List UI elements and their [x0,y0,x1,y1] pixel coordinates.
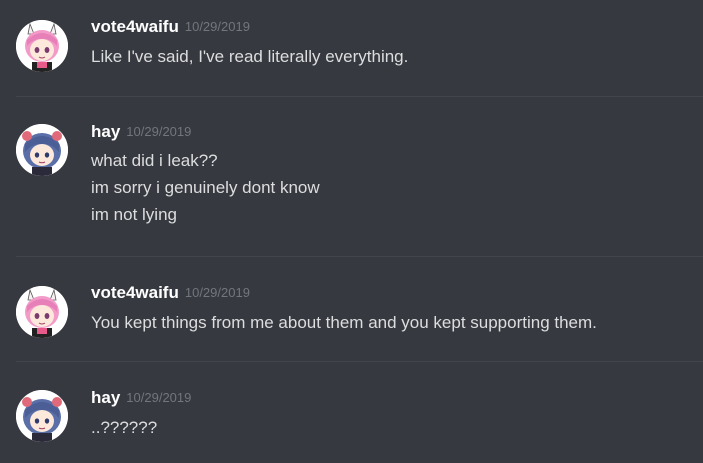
message-text: You kept things from me about them and y… [91,313,597,332]
username[interactable]: hay 10/29/2019 [91,388,191,408]
username[interactable]: vote4waifu 10/29/2019 [91,283,250,303]
message-text: Like I've said, I've read literally ever… [91,47,409,66]
anime-girl-pink-hair-avatar-icon [16,286,68,338]
message-text: im sorry i genuinely dont know [91,178,320,197]
message-divider [16,96,703,97]
username-text[interactable]: hay [91,388,120,407]
message-divider [16,361,703,362]
user-avatar[interactable] [16,20,68,72]
user-avatar[interactable] [16,286,68,338]
message-timestamp: 10/29/2019 [184,285,250,300]
username-text[interactable]: vote4waifu [91,17,179,36]
username[interactable]: hay 10/29/2019 [91,122,191,142]
anime-girl-blue-hair-avatar-icon [16,124,68,176]
user-avatar[interactable] [16,390,68,442]
username[interactable]: vote4waifu 10/29/2019 [91,17,250,37]
anime-girl-pink-hair-avatar-icon [16,20,68,72]
message-text: im not lying [91,205,177,224]
message-timestamp: 10/29/2019 [126,390,192,405]
message-timestamp: 10/29/2019 [126,124,192,139]
message-timestamp: 10/29/2019 [184,19,250,34]
user-avatar[interactable] [16,124,68,176]
username-text[interactable]: hay [91,122,120,141]
chat-messages: vote4waifu 10/29/2019 Like I've said, I'v… [0,0,703,463]
message-text: ..?????? [91,418,158,437]
anime-girl-blue-hair-avatar-icon [16,390,68,442]
message-text: what did i leak?? [91,151,218,170]
username-text[interactable]: vote4waifu [91,283,179,302]
message-divider [16,256,703,257]
